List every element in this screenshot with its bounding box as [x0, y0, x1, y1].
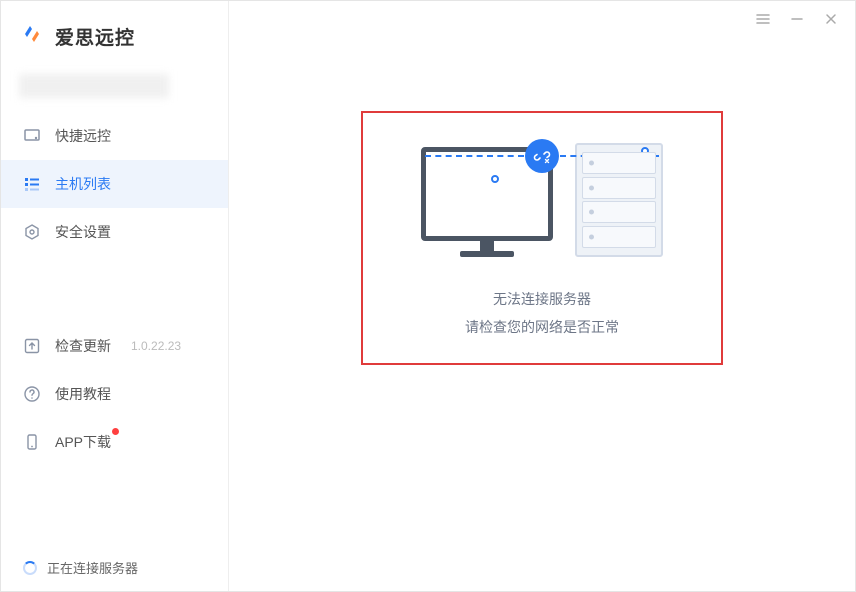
- sidebar-item-host-list[interactable]: 主机列表: [1, 160, 228, 208]
- user-info: [1, 66, 228, 106]
- error-line1: 无法连接服务器: [465, 285, 619, 313]
- minimize-icon[interactable]: [789, 11, 805, 27]
- link-broken-icon: [525, 139, 559, 173]
- gear-hex-icon: [23, 223, 41, 241]
- main-area: 无法连接服务器 请检查您的网络是否正常: [229, 1, 855, 591]
- sidebar-item-label: 主机列表: [55, 174, 111, 194]
- sidebar-item-app-download[interactable]: APP下载: [1, 418, 228, 466]
- sidebar-item-label: 使用教程: [55, 384, 111, 404]
- app-logo-row: 爱思远控: [1, 1, 228, 66]
- sidebar-item-label: 检查更新: [55, 336, 111, 356]
- connection-illustration: [383, 143, 701, 257]
- version-label: 1.0.22.23: [131, 339, 181, 353]
- list-icon: [23, 175, 41, 193]
- app-title: 爱思远控: [55, 23, 135, 50]
- menu-icon[interactable]: [755, 11, 771, 27]
- user-blurred-placeholder: [19, 74, 169, 98]
- help-icon: [23, 385, 41, 403]
- status-label: 正在连接服务器: [47, 558, 138, 577]
- server-graphic: [575, 143, 663, 257]
- status-bar: 正在连接服务器: [1, 544, 228, 591]
- monitor-icon: [23, 127, 41, 145]
- ring-left: [491, 175, 499, 183]
- sidebar-item-label: 快捷远控: [55, 126, 111, 146]
- sidebar: 爱思远控 快捷远控 主机列表 安全设置: [1, 1, 229, 591]
- upload-icon: [23, 337, 41, 355]
- sidebar-item-quick-control[interactable]: 快捷远控: [1, 112, 228, 160]
- phone-icon: [23, 433, 41, 451]
- app-logo-icon: [19, 21, 45, 52]
- sidebar-item-check-update[interactable]: 检查更新 1.0.22.23: [1, 322, 228, 370]
- sidebar-item-label: 安全设置: [55, 222, 111, 242]
- error-panel: 无法连接服务器 请检查您的网络是否正常: [361, 111, 723, 365]
- sidebar-item-label: APP下载: [55, 432, 111, 452]
- sidebar-item-tutorial[interactable]: 使用教程: [1, 370, 228, 418]
- error-line2: 请检查您的网络是否正常: [465, 313, 619, 341]
- sidebar-item-security[interactable]: 安全设置: [1, 208, 228, 256]
- close-icon[interactable]: [823, 11, 839, 27]
- spinner-icon: [23, 561, 37, 575]
